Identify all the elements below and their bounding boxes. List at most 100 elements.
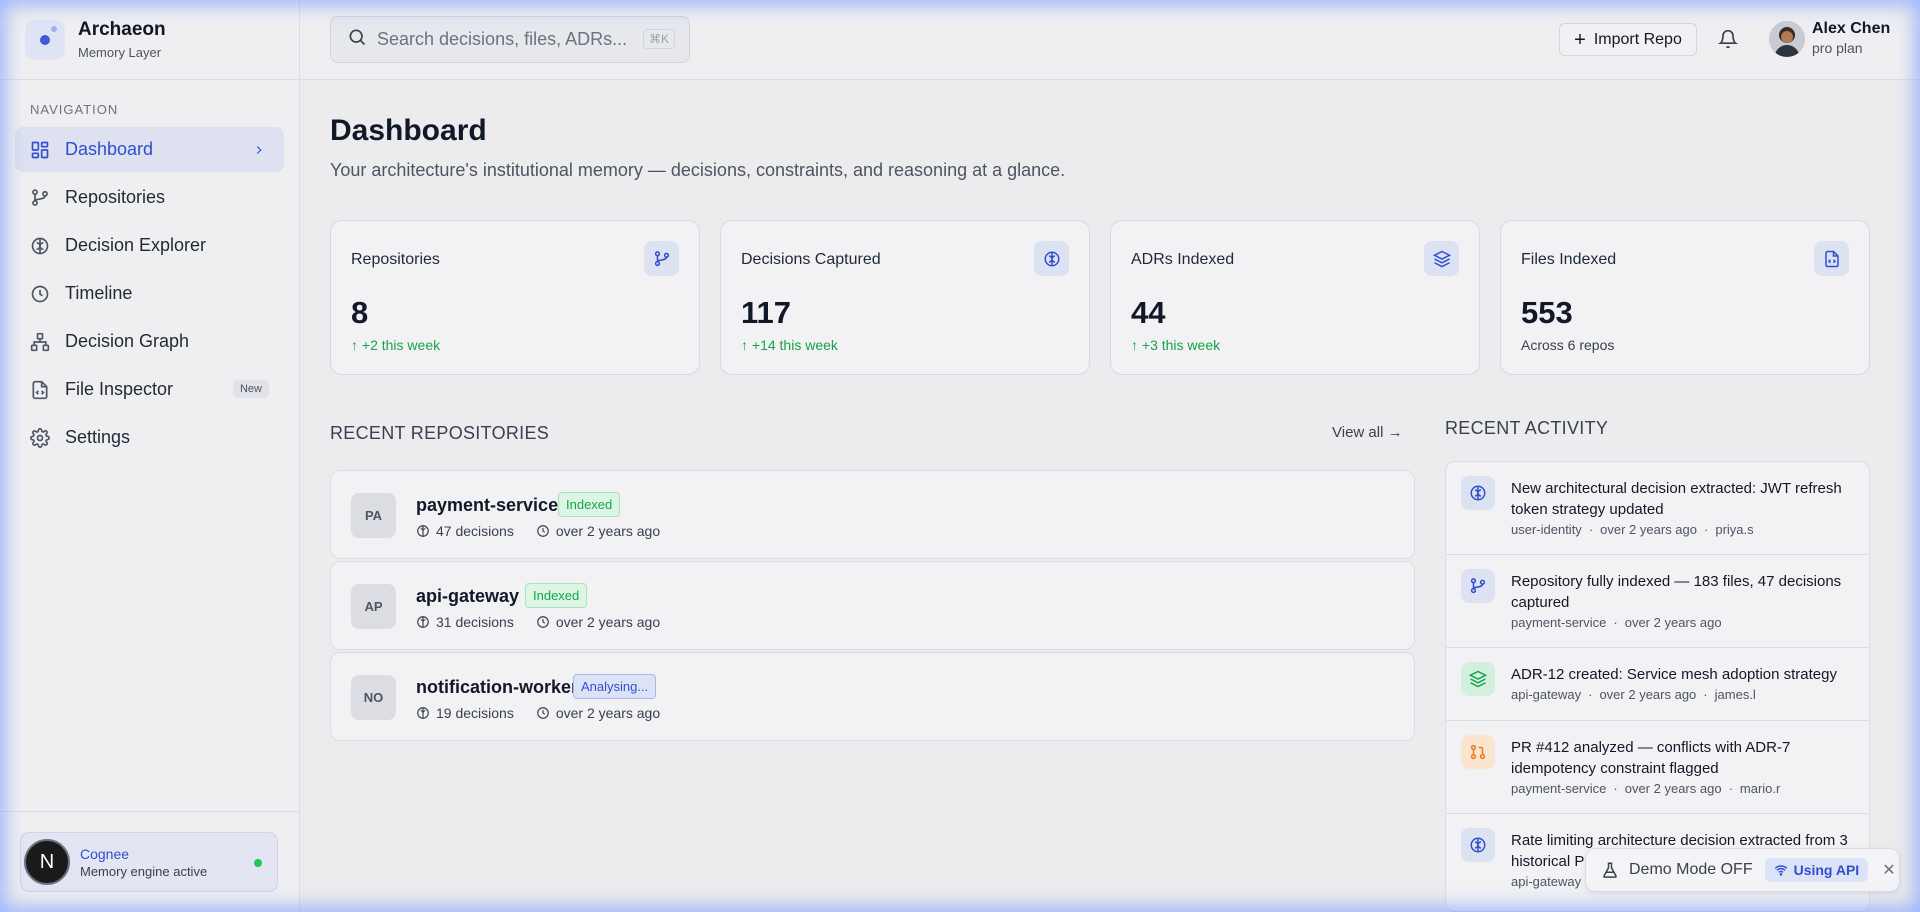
sidebar-item-label: File Inspector (65, 379, 174, 399)
activity-meta: payment-service · over 2 years ago · mario.r (1511, 781, 1781, 796)
sidebar-item-settings[interactable]: Settings (15, 415, 284, 460)
wifi-icon (1774, 863, 1788, 877)
brand[interactable]: Archaeon Memory Layer (0, 0, 299, 80)
activity-repo: api-gateway (1511, 687, 1582, 702)
sidebar-item-label: Settings (65, 427, 131, 447)
activity-repo: user-identity (1511, 522, 1582, 537)
list-item[interactable]: AP api-gateway Indexed 31 decisions over… (330, 561, 1415, 650)
activity-item[interactable]: Repository fully indexed — 183 files, 47… (1446, 555, 1869, 648)
sidebar-item-decision-graph[interactable]: Decision Graph (15, 319, 284, 364)
search-icon (347, 27, 367, 52)
repo-meta: 31 decisions over 2 years ago (416, 614, 660, 630)
chevron-right-icon (252, 141, 266, 162)
sidebar-item-file-inspector[interactable]: File Inspector New (15, 367, 284, 412)
repo-updated: over 2 years ago (555, 705, 661, 721)
brain-icon (416, 524, 430, 538)
using-api-toggle[interactable]: Using API (1764, 858, 1869, 882)
brain-icon (416, 615, 430, 629)
repo-decisions: 31 decisions (436, 614, 514, 630)
engine-avatar: N (24, 839, 70, 885)
sidebar: Archaeon Memory Layer NAVIGATION Dashboa… (0, 0, 300, 912)
view-all-link[interactable]: View all → (1332, 424, 1403, 441)
activity-meta: user-identity · over 2 years ago · priya.s (1511, 522, 1754, 537)
activity-meta: api-gateway · over 2 years ago · james.l (1511, 687, 1756, 702)
stat-label: ADRs Indexed (1131, 251, 1235, 268)
close-icon[interactable]: ✕ (1882, 860, 1895, 880)
user-name: Alex Chen (1812, 20, 1891, 37)
brain-icon (1461, 828, 1495, 862)
demo-mode-bar: Demo Mode OFF Using API ✕ (1585, 848, 1900, 892)
activity-feed: New architectural decision extracted: JW… (1445, 461, 1870, 912)
repo-decisions: 47 decisions (436, 523, 514, 539)
stat-card-repositories[interactable]: Repositories 8 ↑ +2 this week (330, 220, 700, 375)
stat-value: 8 (351, 295, 369, 330)
using-api-label: Using API (1793, 862, 1860, 878)
user-plan: pro plan (1812, 40, 1863, 56)
stat-label: Repositories (351, 251, 440, 268)
repo-updated: over 2 years ago (555, 614, 661, 630)
activity-item[interactable]: ADR-12 created: Service mesh adoption st… (1446, 648, 1869, 721)
engine-name: Cognee (80, 845, 130, 862)
git-pull-request-icon (1461, 735, 1495, 769)
search-placeholder: Search decisions, files, ADRs... (377, 29, 628, 49)
sidebar-item-label: Dashboard (65, 139, 154, 159)
activity-text: ADR-12 created: Service mesh adoption st… (1511, 666, 1837, 683)
status-dot-icon (254, 859, 262, 867)
list-item[interactable]: PA payment-service Indexed 47 decisions … (330, 470, 1415, 559)
nav-heading: NAVIGATION (30, 102, 119, 117)
repo-avatar: PA (351, 493, 396, 538)
stat-label: Files Indexed (1521, 251, 1617, 268)
clock-icon (30, 284, 50, 304)
clock-icon (536, 524, 550, 538)
brand-subtitle: Memory Layer (78, 45, 162, 60)
activity-item[interactable]: New architectural decision extracted: JW… (1446, 462, 1869, 555)
stats-row: Repositories 8 ↑ +2 this week Decisions … (330, 220, 1870, 375)
repo-avatar: AP (351, 584, 396, 629)
activity-time: over 2 years ago (1600, 522, 1697, 537)
stat-card-adrs[interactable]: ADRs Indexed 44 ↑ +3 this week (1110, 220, 1480, 375)
activity-repo: payment-service (1511, 615, 1607, 630)
brain-icon (1461, 476, 1495, 510)
repo-avatar: NO (351, 675, 396, 720)
sidebar-item-repositories[interactable]: Repositories (15, 175, 284, 220)
grid-icon (30, 140, 50, 160)
engine-status: Memory engine active (80, 863, 208, 879)
status-badge: Indexed (525, 583, 588, 608)
stat-card-decisions[interactable]: Decisions Captured 117 ↑ +14 this week (720, 220, 1090, 375)
gear-icon (30, 427, 50, 448)
sidebar-item-decision-explorer[interactable]: Decision Explorer (15, 223, 284, 268)
layers-icon (1424, 241, 1459, 276)
import-repo-label: Import Repo (1593, 30, 1682, 48)
stat-value: 117 (741, 295, 792, 330)
activity-item[interactable]: PR #412 analyzed — conflicts with ADR-7 … (1446, 721, 1869, 814)
activity-user: priya.s (1715, 522, 1754, 537)
search-input[interactable]: Search decisions, files, ADRs... ⌘K (330, 16, 690, 63)
repo-name: notification-worker (416, 677, 579, 697)
memory-engine-card[interactable]: N Cognee Memory engine active (20, 832, 278, 892)
clock-icon (536, 706, 550, 720)
stat-delta: ↑ +2 this week (351, 337, 441, 353)
stat-label: Decisions Captured (741, 251, 881, 268)
list-item[interactable]: NO notification-worker Analysing... 19 d… (330, 652, 1415, 741)
sidebar-item-label: Decision Graph (65, 331, 190, 351)
top-bar: Search decisions, files, ADRs... ⌘K + Im… (300, 0, 1920, 80)
activity-time: over 2 years ago (1624, 615, 1722, 630)
bell-icon[interactable] (1717, 29, 1739, 54)
network-icon (30, 332, 50, 352)
page-title: Dashboard (330, 114, 487, 147)
page-subtitle: Your architecture's institutional memory… (330, 160, 1066, 180)
activity-time: over 2 years ago (1624, 781, 1722, 796)
sidebar-item-dashboard[interactable]: Dashboard (15, 127, 284, 172)
sidebar-item-timeline[interactable]: Timeline (15, 271, 284, 316)
stat-card-files[interactable]: Files Indexed 553 Across 6 repos (1500, 220, 1870, 375)
avatar[interactable] (1769, 21, 1805, 57)
activity-repo: api-gateway (1511, 874, 1582, 889)
clock-icon (536, 615, 550, 629)
sidebar-item-label: Decision Explorer (65, 235, 207, 255)
activity-text: New architectural decision extracted: JW… (1511, 480, 1842, 518)
import-repo-button[interactable]: + Import Repo (1559, 23, 1697, 56)
repo-meta: 47 decisions over 2 years ago (416, 523, 660, 539)
git-branch-icon (30, 188, 50, 208)
status-badge: Analysing... (573, 674, 657, 699)
repo-name: payment-service (416, 495, 559, 515)
